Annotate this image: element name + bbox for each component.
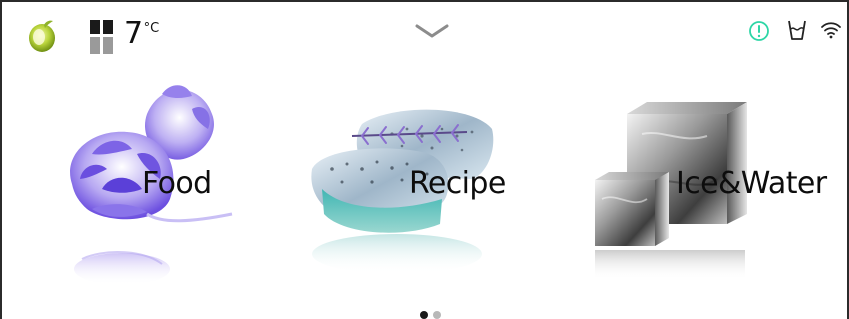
- water-cup-icon[interactable]: [786, 18, 808, 42]
- page-indicator: [420, 304, 446, 319]
- tile-food-label: Food: [142, 166, 212, 201]
- tile-recipe-label: Recipe: [409, 166, 506, 201]
- temperature-value: 7: [124, 16, 143, 51]
- status-bar: 7°C: [2, 2, 847, 64]
- tile-food[interactable]: Food: [52, 74, 252, 288]
- page-dot-1[interactable]: [420, 311, 428, 319]
- wifi-icon[interactable]: [820, 20, 842, 40]
- home-screen: 7°C Food Recipe Ice&Water: [0, 0, 849, 319]
- page-dot-2[interactable]: [433, 311, 441, 319]
- chevron-down-icon[interactable]: [414, 22, 450, 40]
- fridge-temperature[interactable]: 7°C: [124, 16, 159, 51]
- tile-ice-water[interactable]: Ice&Water: [587, 74, 842, 288]
- alert-icon[interactable]: [748, 20, 770, 42]
- tile-ice-water-label: Ice&Water: [676, 166, 827, 201]
- fridge-compartment-icon: [90, 20, 113, 54]
- temperature-unit: °C: [143, 21, 160, 36]
- tile-recipe[interactable]: Recipe: [302, 74, 522, 288]
- eco-mode-icon[interactable]: [26, 18, 58, 54]
